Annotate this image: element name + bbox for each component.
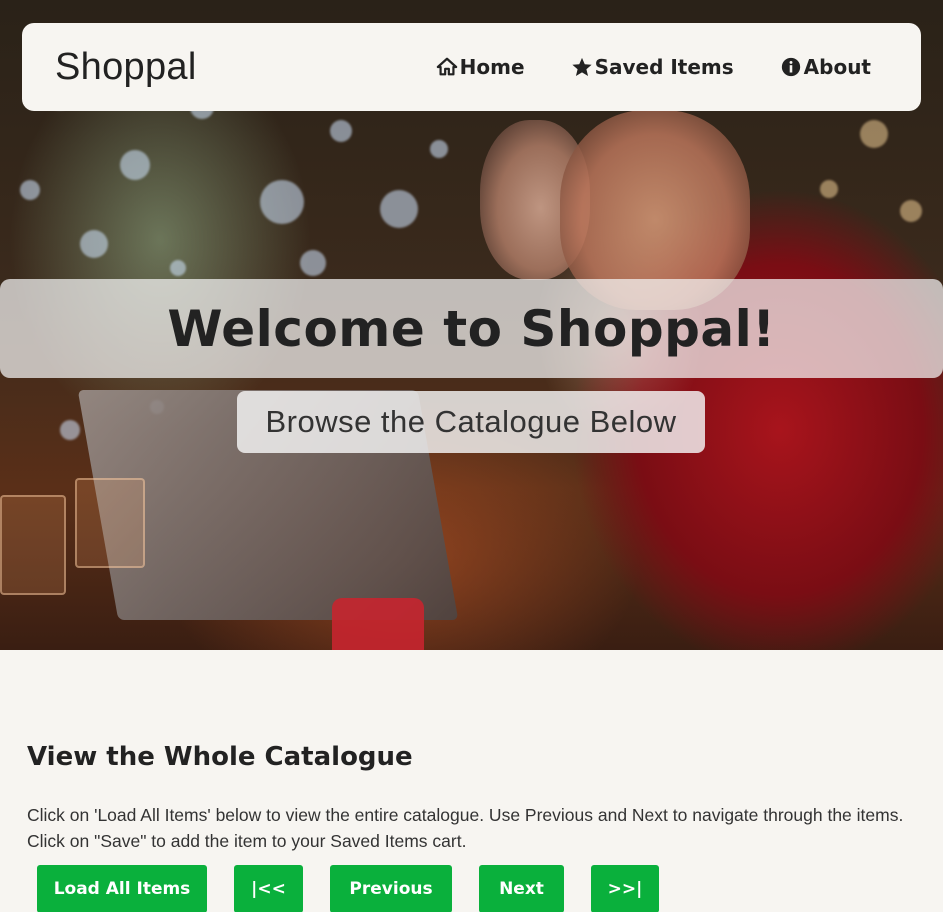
- nav-saved-items-link[interactable]: Saved Items: [571, 55, 734, 79]
- nav-links: Home Saved Items About: [436, 55, 871, 79]
- catalogue-heading: View the Whole Catalogue: [27, 742, 413, 772]
- brand-logo[interactable]: Shoppal: [55, 46, 197, 89]
- welcome-title: Welcome to Shoppal!: [167, 299, 776, 358]
- previous-button[interactable]: Previous: [330, 865, 452, 912]
- nav-home-link[interactable]: Home: [436, 55, 525, 79]
- nav-saved-items-label: Saved Items: [594, 55, 734, 79]
- catalogue-controls: Load All Items |<< Previous Next >>|: [37, 865, 659, 912]
- load-all-items-button[interactable]: Load All Items: [37, 865, 207, 912]
- browse-subtitle: Browse the Catalogue Below: [265, 404, 677, 439]
- info-icon: [781, 57, 800, 77]
- star-icon: [571, 57, 592, 76]
- nav-home-label: Home: [459, 55, 525, 79]
- navbar: Shoppal Home Saved Items About: [22, 23, 921, 111]
- last-page-button[interactable]: >>|: [591, 865, 659, 912]
- next-button[interactable]: Next: [479, 865, 564, 912]
- home-icon: [436, 57, 457, 76]
- welcome-banner: Welcome to Shoppal!: [0, 279, 943, 378]
- browse-subtitle-box: Browse the Catalogue Below: [237, 391, 705, 453]
- first-page-button[interactable]: |<<: [234, 865, 303, 912]
- nav-about-label: About: [803, 55, 871, 79]
- catalogue-description: Click on 'Load All Items' below to view …: [27, 805, 904, 851]
- nav-about-link[interactable]: About: [780, 55, 871, 79]
